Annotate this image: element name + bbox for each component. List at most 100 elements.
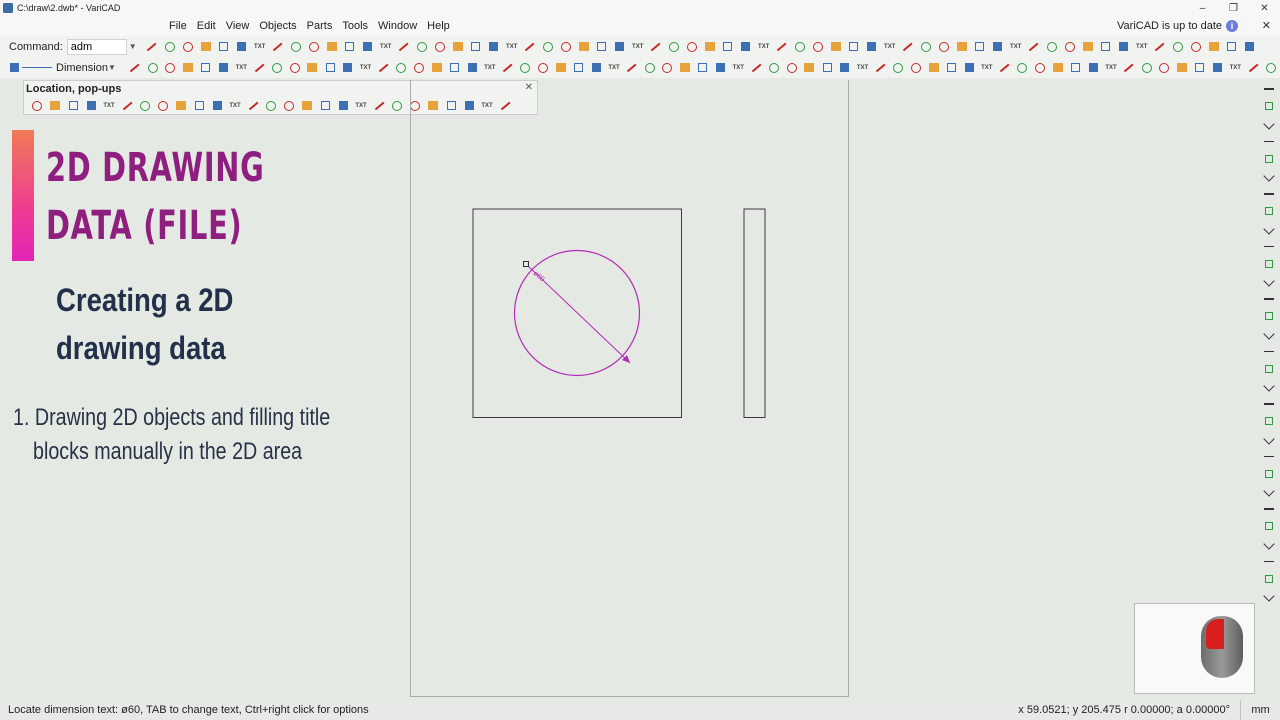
vtool-snap-mid-icon[interactable] bbox=[1261, 570, 1277, 588]
location-line-icon[interactable] bbox=[172, 99, 190, 113]
tb1-mirror-icon[interactable] bbox=[1115, 40, 1133, 54]
tb2-mirror-icon[interactable] bbox=[1084, 61, 1102, 75]
tb2-layer-icon[interactable] bbox=[587, 61, 605, 75]
tb2-layer-icon[interactable] bbox=[1262, 61, 1280, 75]
tb1-layer-icon[interactable] bbox=[611, 40, 629, 54]
location-trim-icon[interactable]: TXT bbox=[352, 99, 370, 113]
update-status[interactable]: VariCAD is up to date i bbox=[1117, 16, 1238, 36]
tb2-rotate-icon[interactable] bbox=[1067, 61, 1085, 75]
location-open-file-icon[interactable] bbox=[46, 99, 64, 113]
vtool-table-icon[interactable] bbox=[1261, 448, 1277, 466]
tb2-offset-icon[interactable]: TXT bbox=[481, 61, 499, 75]
vtool-layers-icon[interactable] bbox=[1261, 80, 1277, 98]
tb1-print-icon[interactable]: TXT bbox=[881, 40, 899, 54]
tb1-save-file-icon[interactable] bbox=[179, 40, 197, 54]
menu-tools[interactable]: Tools bbox=[337, 20, 373, 32]
vtool-axis-icon[interactable] bbox=[1261, 395, 1277, 413]
tb2-polyline-icon[interactable]: TXT bbox=[978, 61, 996, 75]
tb2-new-file-icon[interactable] bbox=[126, 61, 144, 75]
tb1-explode-icon[interactable] bbox=[791, 40, 809, 54]
info-icon[interactable]: i bbox=[1226, 20, 1238, 32]
tb1-zoom-out-icon[interactable] bbox=[683, 40, 701, 54]
tb2-open-file-icon[interactable] bbox=[818, 61, 836, 75]
tb1-rectangle-icon[interactable] bbox=[305, 40, 323, 54]
tb2-zoom-out-icon[interactable] bbox=[658, 61, 676, 75]
tb1-offset-icon[interactable]: TXT bbox=[503, 40, 521, 54]
tb2-paste-icon[interactable] bbox=[889, 61, 907, 75]
tb1-open-file-icon[interactable] bbox=[161, 40, 179, 54]
location-paste-icon[interactable] bbox=[118, 99, 136, 113]
vtool-edit-dim-icon[interactable] bbox=[1261, 518, 1277, 536]
vtool-break-icon[interactable] bbox=[1261, 360, 1277, 378]
location-copy-icon[interactable]: TXT bbox=[100, 99, 118, 113]
location-rectangle-icon[interactable] bbox=[190, 99, 208, 113]
tb2-print-icon[interactable]: TXT bbox=[854, 61, 872, 75]
location-undo-icon[interactable] bbox=[136, 99, 154, 113]
command-input[interactable] bbox=[66, 38, 127, 55]
tb2-open-file-icon[interactable] bbox=[144, 61, 162, 75]
tb2-fillet-icon[interactable] bbox=[1173, 61, 1191, 75]
tb2-polyline-icon[interactable] bbox=[303, 61, 321, 75]
menu-help[interactable]: Help bbox=[422, 20, 455, 32]
tb1-line-icon[interactable] bbox=[287, 40, 305, 54]
tb2-fillet-icon[interactable] bbox=[499, 61, 517, 75]
tb1-grid-icon[interactable]: TXT bbox=[629, 40, 647, 54]
tb2-block-icon[interactable]: TXT bbox=[729, 61, 747, 75]
tb2-zoom-in-icon[interactable] bbox=[641, 61, 659, 75]
tb1-extend-icon[interactable] bbox=[485, 40, 503, 54]
tb2-undo-icon[interactable]: TXT bbox=[232, 61, 250, 75]
location-offset-icon[interactable] bbox=[388, 99, 406, 113]
location-new-file-icon[interactable] bbox=[28, 99, 46, 113]
tb2-redo-icon[interactable] bbox=[925, 61, 943, 75]
tb1-snap-icon[interactable] bbox=[647, 40, 665, 54]
tb1-copy-icon[interactable] bbox=[215, 40, 233, 54]
vtool-arrow-icon[interactable] bbox=[1261, 343, 1277, 361]
menu-objects[interactable]: Objects bbox=[254, 20, 301, 32]
location-move-icon[interactable] bbox=[280, 99, 298, 113]
tb1-new-file-icon[interactable] bbox=[143, 40, 161, 54]
tb2-measure-icon[interactable] bbox=[712, 61, 730, 75]
dimension-style-selector[interactable]: Dimension ▼ bbox=[10, 62, 122, 74]
tb1-measure-icon[interactable] bbox=[737, 40, 755, 54]
location-ellipse-icon[interactable] bbox=[262, 99, 280, 113]
location-mirror-icon[interactable] bbox=[316, 99, 334, 113]
tb1-arc-icon[interactable] bbox=[359, 40, 377, 54]
menu-parts[interactable]: Parts bbox=[302, 20, 338, 32]
tb1-scale-icon[interactable]: TXT bbox=[1133, 40, 1151, 54]
tb2-text-icon[interactable] bbox=[570, 61, 588, 75]
tb2-trim-icon[interactable] bbox=[1120, 61, 1138, 75]
vtool-dim-diameter-icon[interactable] bbox=[1261, 220, 1277, 238]
tb1-open-file-icon[interactable] bbox=[845, 40, 863, 54]
tb1-new-file-icon[interactable] bbox=[827, 40, 845, 54]
tb1-undo-icon[interactable]: TXT bbox=[251, 40, 269, 54]
tb1-mirror-icon[interactable] bbox=[431, 40, 449, 54]
minimize-button[interactable]: – bbox=[1187, 0, 1218, 16]
tb2-snap-icon[interactable] bbox=[623, 61, 641, 75]
close-window-button[interactable]: ✕ bbox=[1249, 0, 1280, 16]
location-rotate-icon[interactable] bbox=[298, 99, 316, 113]
menu-view[interactable]: View bbox=[221, 20, 255, 32]
tb2-rotate-icon[interactable] bbox=[392, 61, 410, 75]
vtool-text-block-icon[interactable] bbox=[1261, 255, 1277, 273]
tb1-copy-icon[interactable] bbox=[899, 40, 917, 54]
tb1-circle-icon[interactable] bbox=[341, 40, 359, 54]
tb1-circle-icon[interactable] bbox=[1025, 40, 1043, 54]
tb2-scale-icon[interactable]: TXT bbox=[1102, 61, 1120, 75]
location-arc-icon[interactable] bbox=[244, 99, 262, 113]
tb1-redo-icon[interactable] bbox=[269, 40, 287, 54]
tb2-offset-icon[interactable] bbox=[1155, 61, 1173, 75]
tb1-extend-icon[interactable] bbox=[1169, 40, 1187, 54]
command-dropdown-icon[interactable]: ▼ bbox=[129, 42, 137, 51]
tb1-zoom-all-icon[interactable] bbox=[701, 40, 719, 54]
vtool-snap-end-icon[interactable] bbox=[1261, 553, 1277, 571]
vtool-dim-horizontal-icon[interactable] bbox=[1261, 133, 1277, 151]
menu-edit[interactable]: Edit bbox=[192, 20, 221, 32]
tb2-move-icon[interactable] bbox=[374, 61, 392, 75]
tb2-copy-icon[interactable] bbox=[197, 61, 215, 75]
tb2-trim-icon[interactable] bbox=[445, 61, 463, 75]
tb1-hatch-icon[interactable] bbox=[557, 40, 575, 54]
units-indicator[interactable]: mm bbox=[1240, 700, 1280, 720]
tb1-rotate-icon[interactable] bbox=[1097, 40, 1115, 54]
vtool-bom-icon[interactable] bbox=[1261, 465, 1277, 483]
tb1-paste-icon[interactable] bbox=[917, 40, 935, 54]
